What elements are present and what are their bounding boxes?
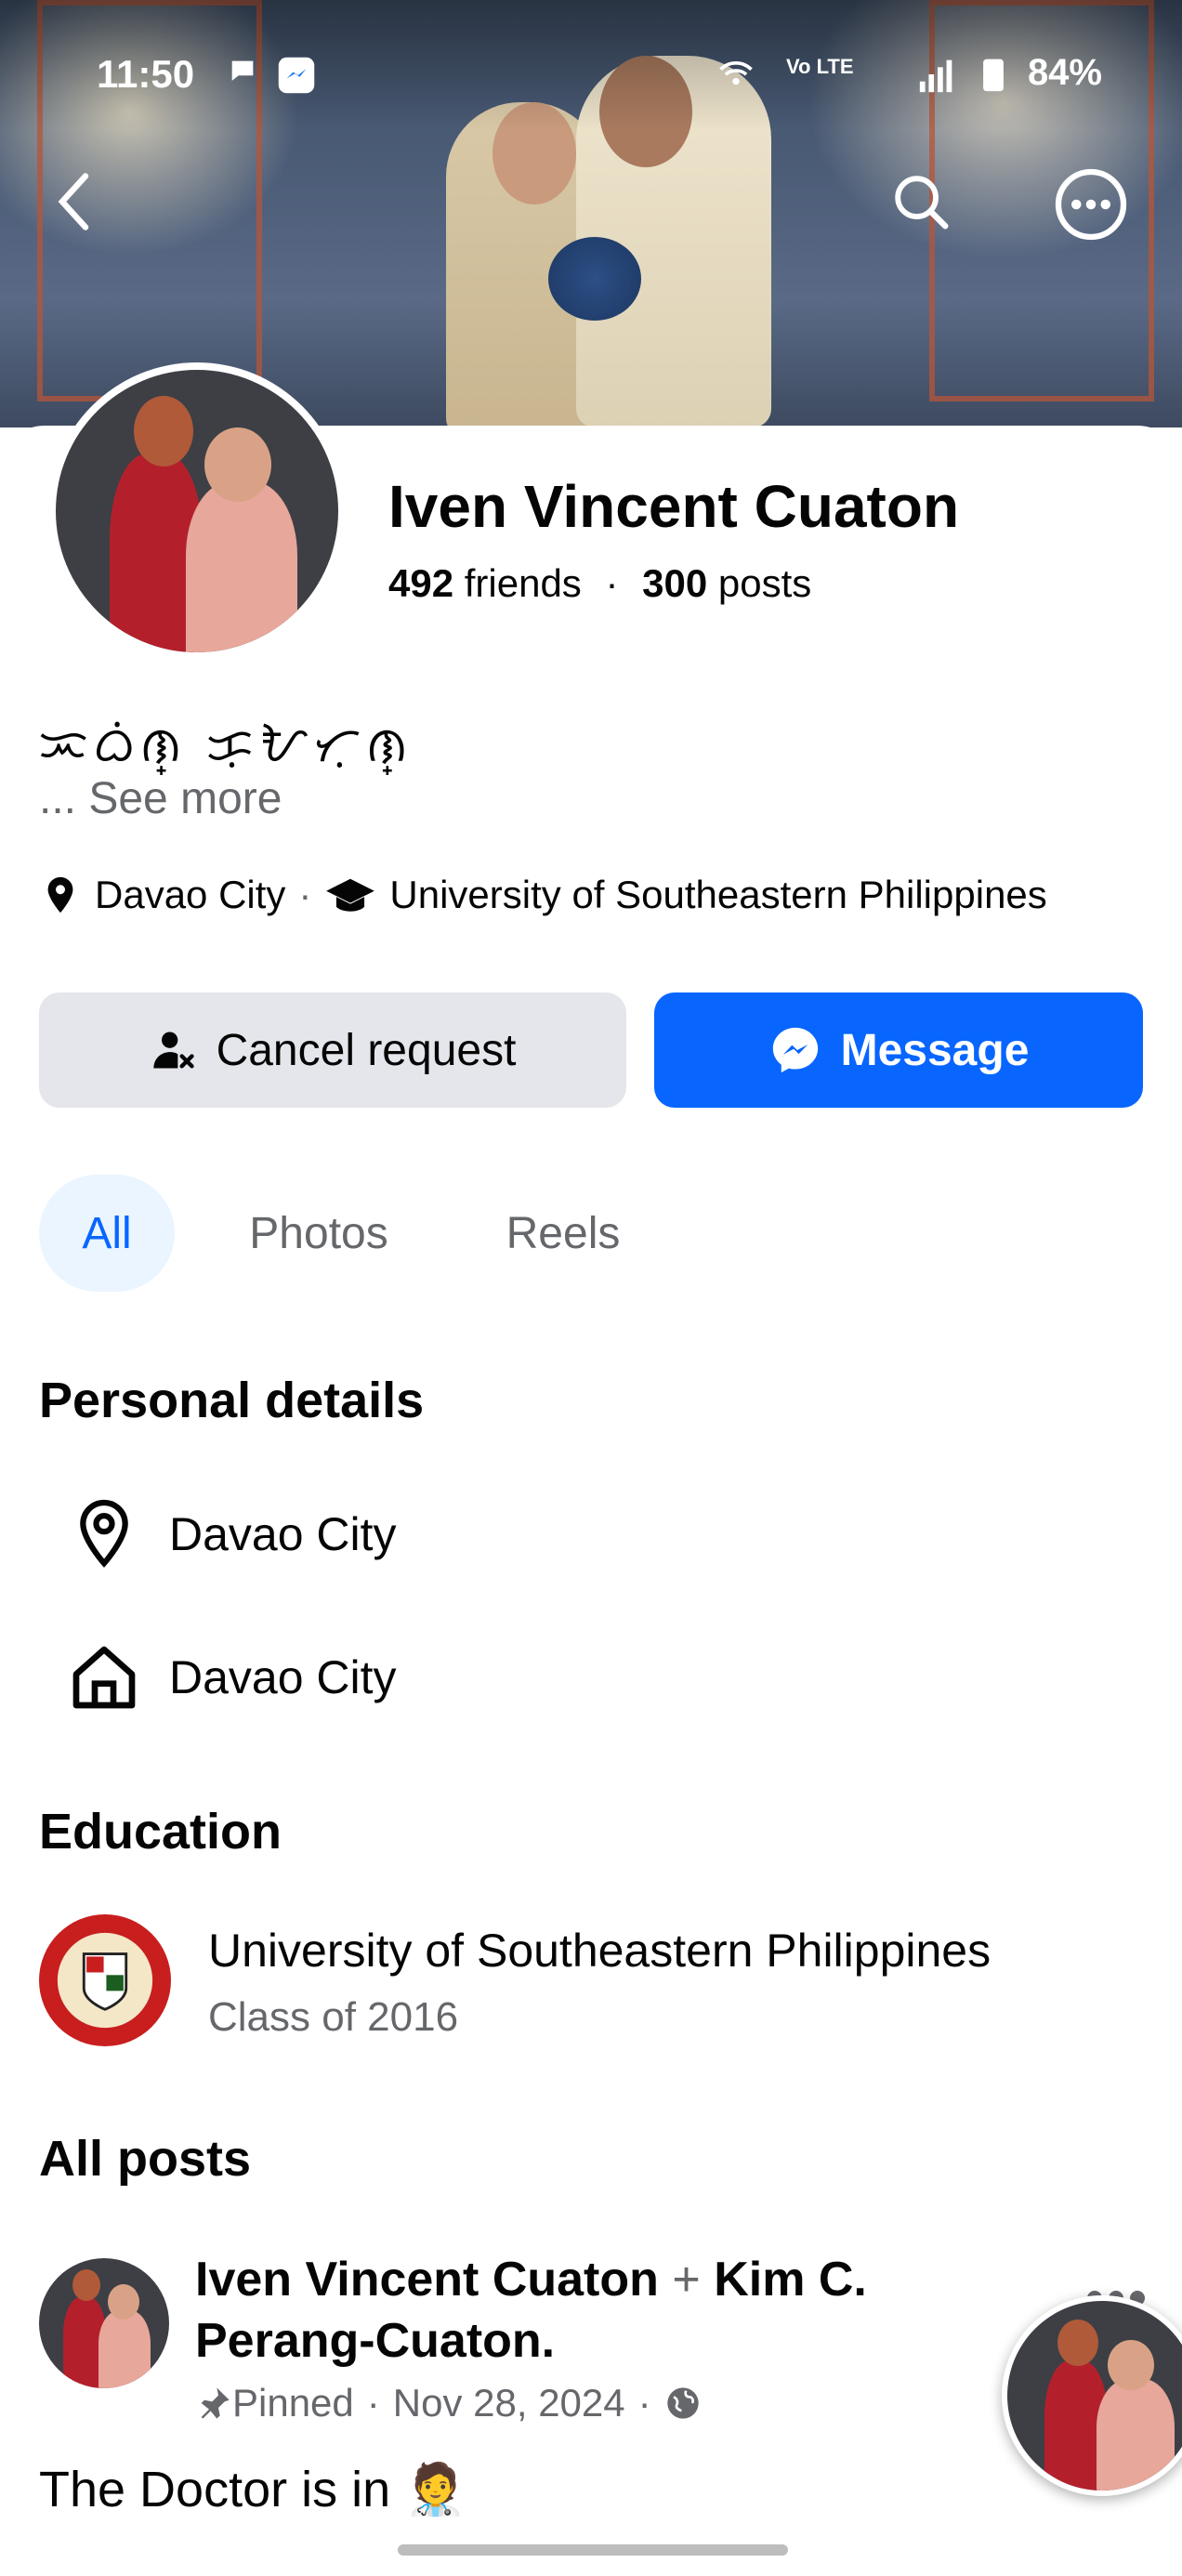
post-text: The Doctor is in 🧑‍⚕️ (39, 2462, 467, 2517)
education-title: Education (39, 1804, 282, 1860)
avatar-face-2 (108, 2284, 139, 2320)
post-meta-dot-2: · (637, 2381, 651, 2425)
messenger-icon (772, 1027, 818, 1073)
post-meta: Pinned · Nov 28, 2024 · (195, 2381, 702, 2425)
photo-face-2 (204, 427, 271, 502)
back-arrow-icon (58, 173, 89, 230)
cover-bouquet (548, 237, 641, 321)
friends-count[interactable]: 492 (388, 561, 453, 605)
profile-photo (56, 370, 338, 652)
post-authors: Iven Vincent Cuaton + Kim C. Perang-Cuat… (195, 2249, 939, 2372)
location-pin-icon (47, 876, 73, 913)
signal-icon (916, 56, 959, 101)
profile-stats: 492 friends · 300 posts (388, 561, 811, 606)
education-class: Class of 2016 (208, 1994, 459, 2040)
search-button[interactable] (888, 169, 953, 239)
tab-all[interactable]: All (39, 1175, 175, 1292)
globe-icon (666, 2387, 699, 2419)
friends-label[interactable]: friends (465, 561, 582, 605)
detail-current-city: Davao City (169, 1508, 397, 1560)
more-options-button[interactable] (1052, 165, 1130, 248)
cancel-request-button[interactable]: Cancel request (39, 992, 626, 1108)
chathead-face-1 (1057, 2320, 1098, 2366)
post-meta-dot-1: · (366, 2381, 380, 2425)
home-indicator[interactable] (398, 2544, 788, 2556)
status-time: 11:50 (97, 52, 195, 96)
detail-hometown: Davao City (169, 1651, 397, 1703)
chat-bubble-icon (227, 56, 258, 96)
see-more-link[interactable]: ... See more (39, 773, 282, 824)
back-button[interactable] (48, 169, 104, 239)
posts-count: 300 (642, 561, 708, 605)
post-pinned: Pinned (232, 2381, 354, 2425)
posts-label: posts (717, 561, 812, 605)
detail-row-current-city[interactable]: Davao City (39, 1483, 397, 1585)
tab-reels[interactable]: Reels (478, 1175, 649, 1292)
wifi-call-icon (716, 56, 756, 105)
profile-bio: ᜁᜊᜒᜈ᜔ ᜃᜓᜀᜆᜓᜈ᜔ (39, 718, 414, 772)
personal-details-title: Personal details (39, 1373, 425, 1428)
chathead-figure-pink (1097, 2379, 1175, 2491)
person-cancel-icon (152, 1032, 194, 1069)
graduation-cap-icon (326, 878, 375, 912)
photo-figure-pink (186, 481, 297, 652)
search-icon (895, 176, 949, 230)
tab-photos[interactable]: Photos (223, 1175, 414, 1292)
post-date[interactable]: Nov 28, 2024 (393, 2381, 625, 2425)
cancel-request-label: Cancel request (216, 1025, 517, 1075)
message-button[interactable]: Message (654, 992, 1143, 1108)
detail-row-hometown[interactable]: Davao City (39, 1626, 397, 1728)
stats-separator: · (605, 561, 619, 605)
profile-avatar[interactable] (48, 362, 346, 660)
meta-separator: · (298, 873, 312, 916)
photo-face-1 (134, 396, 193, 467)
post-author-name[interactable]: Iven Vincent Cuaton (195, 2253, 659, 2307)
chat-head-photo (1007, 2301, 1182, 2491)
meta-school: University of Southeastern Philippines (389, 873, 1047, 916)
pin-icon (201, 2387, 230, 2419)
messenger-status-icon (277, 56, 316, 103)
volte-label: Vo LTE (786, 55, 854, 78)
profile-name: Iven Vincent Cuaton (388, 473, 960, 540)
chathead-face-2 (1108, 2340, 1154, 2390)
meta-location: Davao City (95, 873, 286, 916)
post-author-avatar[interactable] (39, 2258, 169, 2388)
battery-icon (981, 56, 1005, 101)
intro-meta: Davao City · University of Southeastern … (39, 872, 1047, 918)
battery-percent: 84% (1027, 52, 1102, 93)
status-bar: 11:50 Vo LTE 84% (0, 46, 1182, 112)
message-label: Message (840, 1025, 1030, 1075)
location-pin-outline-icon (39, 1497, 169, 1571)
education-school[interactable]: University of Southeastern Philippines (208, 1924, 991, 1978)
more-circle-icon (1055, 168, 1127, 241)
all-posts-title: All posts (39, 2131, 252, 2187)
home-icon (39, 1640, 169, 1715)
avatar-face-1 (72, 2269, 100, 2301)
school-logo (39, 1914, 171, 2046)
avatar-figure-pink (98, 2310, 151, 2388)
post-plus: + (672, 2253, 701, 2307)
